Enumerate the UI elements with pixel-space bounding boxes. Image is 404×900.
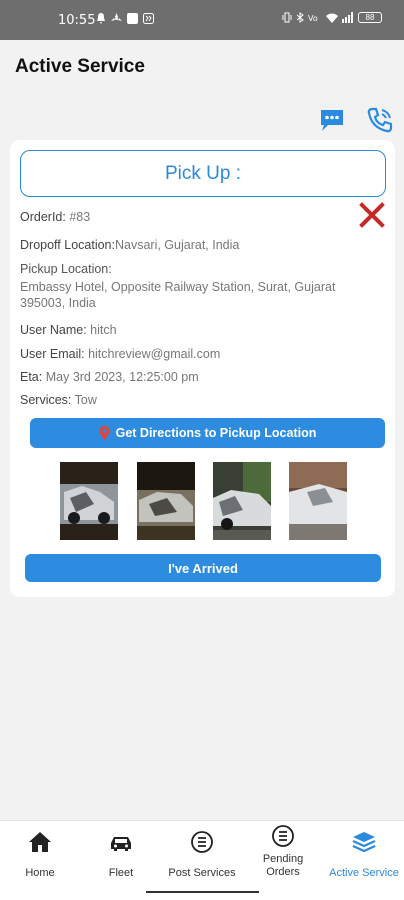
pickup-heading: Pick Up :: [20, 150, 386, 197]
pickup-address-line2: 395003, India: [20, 296, 96, 310]
home-icon: [29, 832, 51, 852]
dropoff-value: Navsari, Gujarat, India: [114, 238, 240, 252]
pickup-label: Pickup Location:: [20, 262, 112, 276]
nav-label-pending-orders: Pending Orders: [262, 853, 304, 878]
map-pin-icon: [99, 426, 110, 440]
wifi-icon: [326, 13, 338, 23]
bluetooth-icon: [296, 12, 304, 23]
vehicle-photo[interactable]: [60, 462, 118, 540]
vehicle-photo[interactable]: [137, 462, 195, 540]
car-icon: [111, 837, 131, 851]
volte-icon: Vo: [308, 14, 318, 23]
nav-item-pending-orders[interactable]: Pending Orders: [243, 823, 323, 879]
bottom-nav: Home Fleet Post Services Pending Orders …: [0, 820, 404, 900]
vehicle-photo[interactable]: [289, 462, 347, 540]
media-icon: [143, 13, 154, 24]
user-email-value: hitchreview@gmail.com: [88, 347, 221, 361]
signal-icon: [342, 12, 353, 23]
status-left-icons: [96, 13, 154, 24]
list-icon: [272, 825, 294, 847]
user-email-label: User Email:: [20, 347, 85, 361]
phone-icon: [367, 107, 393, 133]
top-actions: [318, 106, 394, 134]
svg-text:Vo: Vo: [308, 14, 318, 23]
layers-icon: [352, 832, 376, 853]
vehicle-photo[interactable]: [213, 462, 271, 540]
get-directions-button[interactable]: Get Directions to Pickup Location: [30, 418, 385, 448]
eta-label: Eta:: [20, 370, 43, 384]
get-directions-label: Get Directions to Pickup Location: [115, 426, 317, 440]
nav-item-fleet[interactable]: Fleet: [81, 829, 161, 880]
user-email-row: User Email: hitchreview@gmail.com: [20, 347, 220, 362]
eta-row: Eta: May 3rd 2023, 12:25:00 pm: [20, 370, 199, 385]
status-right-icons: Vo 88: [282, 12, 382, 23]
pickup-address-line1: Embassy Hotel, Opposite Railway Station,…: [20, 280, 336, 294]
services-row: Services: Tow: [20, 393, 97, 408]
vehicle-photos: [60, 462, 350, 540]
status-time: 10:55: [58, 13, 96, 28]
user-name-label: User Name:: [20, 323, 87, 337]
order-id-value: #83: [69, 210, 91, 224]
order-id-label: OrderId:: [20, 210, 66, 224]
gesture-bar: [146, 891, 259, 893]
fan-icon: [111, 13, 122, 21]
app-notification-icon: [127, 13, 138, 24]
order-id-row: OrderId: #83: [20, 210, 90, 225]
nav-item-home[interactable]: Home: [0, 829, 80, 880]
call-button[interactable]: [366, 106, 394, 134]
dropoff-row: Dropoff Location:Navsari, Gujarat, India: [20, 238, 239, 253]
chat-icon: [321, 110, 343, 131]
eta-value: May 3rd 2023, 12:25:00 pm: [45, 370, 199, 384]
notification-bell-icon: [97, 13, 105, 24]
nav-label-post-services: Post Services: [168, 867, 236, 879]
services-value: Tow: [74, 393, 97, 407]
nav-item-active-service[interactable]: Active Service: [324, 829, 404, 880]
page-title: Active Service: [15, 56, 145, 77]
nav-item-post-services[interactable]: Post Services: [162, 829, 242, 880]
nav-label-fleet: Fleet: [108, 867, 134, 879]
dropoff-label: Dropoff Location:: [20, 238, 115, 252]
nav-label-home: Home: [25, 867, 55, 879]
status-bar: 10:55 Vo 88: [0, 0, 404, 40]
list-icon: [191, 831, 213, 853]
user-name-row: User Name: hitch: [20, 323, 117, 338]
battery-icon: 88: [358, 12, 382, 23]
nav-label-active-service: Active Service: [329, 867, 399, 879]
close-icon[interactable]: [359, 202, 385, 228]
services-label: Services:: [20, 393, 72, 407]
arrived-button[interactable]: I've Arrived: [25, 554, 381, 582]
pickup-card: Pick Up : OrderId: #83 Dropoff Location:…: [10, 140, 395, 597]
chat-button[interactable]: [318, 106, 346, 134]
vibrate-icon: [282, 12, 292, 23]
user-name-value: hitch: [90, 323, 117, 337]
